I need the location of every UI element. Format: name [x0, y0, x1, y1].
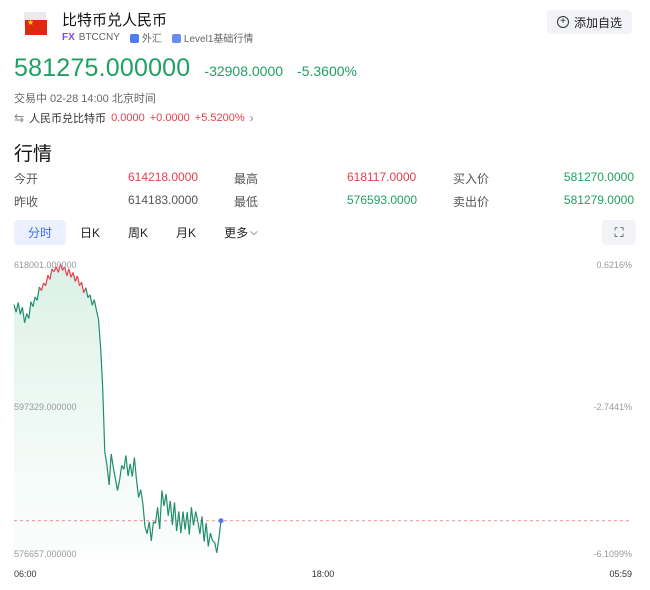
- high-value: 618117.0000: [347, 170, 417, 184]
- fullscreen-button[interactable]: ⛶: [602, 220, 636, 245]
- tab-more-label: 更多: [224, 226, 249, 240]
- tab-daily[interactable]: 日K: [66, 220, 114, 245]
- reverse-change: +0.0000: [149, 112, 190, 124]
- low-label: 最低: [234, 195, 259, 209]
- low-value: 576593.0000: [347, 193, 418, 207]
- header: 比特币兑人民币 FXBTCCNY 外汇 Level1基础行情 + 添加自选: [14, 8, 636, 48]
- y-axis-label-mid: 597329.000000: [14, 402, 77, 412]
- y-axis-label-bottom: 576657.000000: [14, 549, 77, 559]
- level-icon: [171, 34, 181, 43]
- tab-weekly[interactable]: 周K: [114, 220, 162, 245]
- stats-row-2: 昨收 614183.0000 最低 576593.0000 卖出价 581279…: [14, 193, 634, 216]
- price-change: -32908.0000: [204, 63, 284, 79]
- plus-circle-icon: +: [556, 16, 569, 28]
- market-icon: [129, 34, 139, 43]
- market-label: 外汇: [141, 34, 162, 45]
- instrument-meta: FX BTCCNY 外汇 Level1基础行情: [62, 30, 253, 45]
- reverse-quote-link[interactable]: ⇆ 人民币兑比特币 0.0000 +0.0000 +5.5200% ›: [14, 110, 254, 126]
- china-flag-icon: [25, 18, 47, 35]
- ask-value: 581279.0000: [563, 193, 634, 207]
- period-tabs: 分时 日K 周K 月K 更多 ⌵: [14, 220, 272, 245]
- bid-label: 买入价: [453, 172, 490, 186]
- reverse-price: 0.0000: [111, 112, 145, 124]
- reverse-pct: +5.5200%: [194, 112, 245, 124]
- y-axis-label-top: 618001.000000: [14, 260, 77, 270]
- add-watchlist-button[interactable]: + 添加自选: [546, 10, 632, 34]
- stats-table: 今开 614218.0000 最高 618117.0000 买入价 581270…: [14, 170, 634, 216]
- x-axis-label-mid: 18:00: [312, 569, 335, 579]
- last-price: 581275.000000: [14, 54, 191, 82]
- reverse-label: 人民币兑比特币: [29, 113, 107, 125]
- ask-label: 卖出价: [453, 195, 490, 209]
- market-tag: 外汇: [129, 30, 162, 45]
- prev-close-value: 614183.0000: [128, 193, 199, 207]
- tab-monthly[interactable]: 月K: [162, 220, 210, 245]
- price-change-pct: -5.3600%: [297, 63, 357, 79]
- symbol-tag: FX BTCCNY: [62, 32, 120, 43]
- level-tag: Level1基础行情: [171, 30, 254, 45]
- bid-value: 581270.0000: [563, 170, 634, 184]
- last-price-marker: [218, 518, 224, 524]
- section-title: 行情: [14, 144, 53, 165]
- pct-axis-label-bottom: -6.1099%: [593, 549, 632, 559]
- fx-badge: FX: [62, 32, 75, 43]
- tab-more[interactable]: 更多 ⌵: [210, 220, 272, 245]
- stats-row-1: 今开 614218.0000 最高 618117.0000 买入价 581270…: [14, 170, 634, 193]
- x-axis-label-end: 05:59: [609, 569, 632, 579]
- pct-axis-label-top: 0.6216%: [596, 260, 632, 270]
- swap-icon: ⇆: [14, 111, 25, 125]
- trading-status: 交易中 02-28 14:00 北京时间: [14, 93, 156, 105]
- chevron-right-icon: ›: [249, 111, 254, 125]
- intraday-chart[interactable]: 618001.000000 597329.000000 576657.00000…: [0, 252, 650, 590]
- open-value: 614218.0000: [128, 170, 199, 184]
- x-axis-label-start: 06:00: [14, 569, 37, 579]
- high-label: 最高: [234, 172, 259, 186]
- tab-intraday[interactable]: 分时: [14, 220, 67, 245]
- level-label: Level1基础行情: [183, 34, 254, 45]
- price-row: 581275.000000 -32908.0000 -5.3600%: [14, 54, 357, 83]
- instrument-title: 比特币兑人民币: [62, 12, 168, 29]
- open-label: 今开: [14, 172, 39, 186]
- symbol-code: BTCCNY: [78, 32, 120, 43]
- fullscreen-icon: ⛶: [614, 224, 624, 240]
- chevron-down-icon: ⌵: [250, 227, 258, 238]
- pct-axis-label-mid: -2.7441%: [593, 402, 632, 412]
- prev-close-label: 昨收: [14, 195, 39, 209]
- add-watchlist-label: 添加自选: [573, 15, 622, 30]
